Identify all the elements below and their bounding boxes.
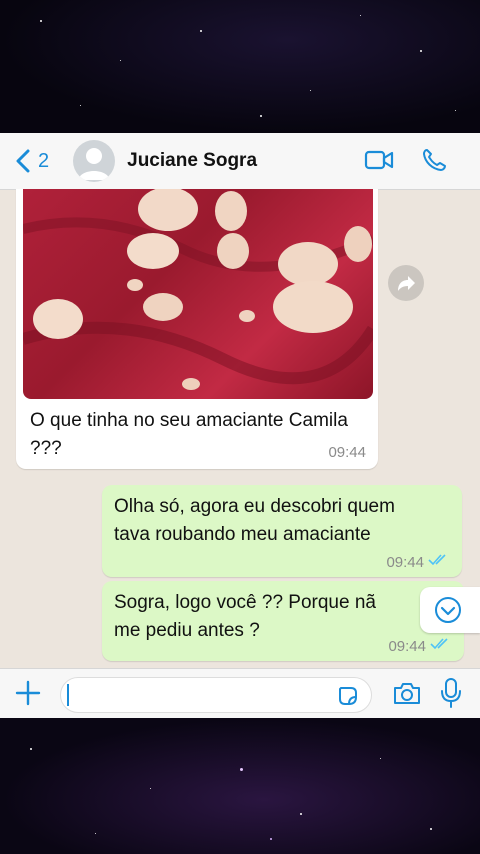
message-line: Sogra, logo você ?? Porque nã <box>114 592 376 613</box>
video-call-icon[interactable] <box>364 147 394 173</box>
back-chevron-icon <box>16 149 30 173</box>
forward-arrow-icon <box>398 276 415 291</box>
message-image[interactable] <box>23 189 373 399</box>
sticker-icon[interactable] <box>337 685 359 707</box>
message-text: Olha só, agora eu descobri quem tava rou… <box>114 493 454 549</box>
camera-icon[interactable] <box>392 680 422 706</box>
incoming-message-bubble[interactable]: O que tinha no seu amaciante Camila ??? … <box>16 189 378 469</box>
phone-call-icon[interactable] <box>420 147 450 173</box>
back-button[interactable]: 2 <box>14 149 49 173</box>
avatar-placeholder-icon <box>78 148 111 180</box>
chat-header: 2 Juciane Sogra <box>0 133 480 190</box>
unread-count: 2 <box>38 149 50 172</box>
bleached-red-fabric-image <box>23 189 373 390</box>
outgoing-message-bubble[interactable]: Sogra, logo você ?? Porque nã me pediu a… <box>102 581 464 661</box>
forward-button[interactable] <box>388 265 424 301</box>
scroll-to-bottom-button[interactable] <box>420 587 480 633</box>
message-input-bar <box>0 668 480 718</box>
message-line: tava roubando meu amaciante <box>114 524 371 545</box>
message-list[interactable]: O que tinha no seu amaciante Camila ??? … <box>0 189 480 668</box>
chevron-down-icon <box>435 597 461 623</box>
plus-icon[interactable] <box>14 679 42 707</box>
outgoing-message-bubble[interactable]: Olha só, agora eu descobri quem tava rou… <box>102 485 462 577</box>
read-receipt-icon <box>428 553 450 571</box>
message-text: O que tinha no seu amaciante Camila ??? <box>30 410 348 459</box>
message-time: 09:44 <box>386 553 424 571</box>
text-caret <box>67 684 69 706</box>
message-line: Olha só, agora eu descobri quem <box>114 496 395 517</box>
contact-name[interactable]: Juciane Sogra <box>127 150 257 172</box>
microphone-icon[interactable] <box>440 677 462 709</box>
read-receipt-icon <box>430 637 452 655</box>
message-time: 09:44 <box>388 637 426 655</box>
message-input[interactable] <box>60 677 372 713</box>
message-time: 09:44 <box>328 444 366 461</box>
background-top <box>0 0 480 133</box>
chat-screen: 2 Juciane Sogra O que tinha no seu amaci… <box>0 133 480 718</box>
background-bottom <box>0 718 480 854</box>
avatar[interactable] <box>73 140 116 182</box>
